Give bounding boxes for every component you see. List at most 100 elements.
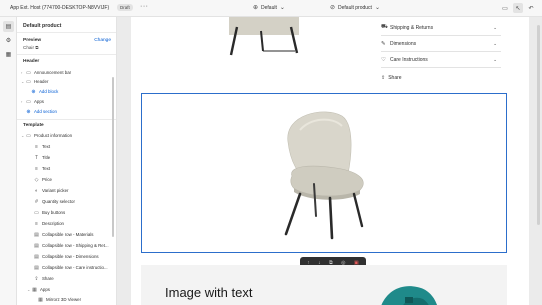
image-with-text-image: [381, 286, 437, 305]
block-item-label: Share: [42, 276, 54, 281]
image-with-text-section[interactable]: Image with text: [141, 265, 507, 305]
block-item-label: Quantity selector: [42, 199, 75, 204]
block-item[interactable]: ▤ Collapsible row - Shipping & Ret...: [33, 240, 109, 251]
chair-leg: [284, 192, 302, 236]
block-item[interactable]: ≡ Text: [33, 163, 50, 174]
variant-picker-icon: ◐: [34, 187, 39, 194]
canvas-scrollbar[interactable]: [537, 25, 540, 225]
template-dropdown-label: Default product: [338, 4, 372, 11]
price-icon: ◇: [34, 176, 39, 183]
monitor-icon[interactable]: ▭: [500, 3, 510, 13]
layout-icon: ▭: [26, 98, 31, 105]
collapsible-icon: ▤: [34, 231, 39, 238]
plus-circle-icon: ⊕: [31, 88, 36, 95]
panel-scrollbar[interactable]: [112, 77, 114, 237]
block-item-label: Text: [42, 166, 51, 171]
theme-dropdown[interactable]: ⊕ Default ⌄: [253, 4, 285, 12]
title-icon: T: [34, 154, 39, 161]
add-section-label: Add section: [34, 109, 57, 114]
chair-seat-partial: [229, 17, 299, 35]
text-icon: ≡: [35, 143, 38, 150]
block-item-label: Text: [42, 144, 51, 149]
accordion-shipping-returns[interactable]: ⛟ Shipping & Returns ⌄: [381, 20, 501, 36]
chair-leg: [328, 196, 334, 240]
section-item-product-information[interactable]: ⌄ ▭ Product information: [21, 130, 72, 141]
header-section-label: Header: [23, 59, 40, 64]
add-block-label: Add block: [39, 89, 59, 94]
section-item-label: Apps: [34, 99, 45, 104]
block-item[interactable]: ⇪ Share: [33, 273, 54, 284]
quantity-icon: #: [35, 198, 38, 205]
undo-icon[interactable]: ↶: [526, 3, 536, 13]
block-item-label: Variant picker: [42, 188, 69, 193]
app-block-icon: ▦: [38, 296, 43, 303]
accordion-label: Dimensions: [390, 40, 417, 47]
panel-title: Default product: [23, 23, 62, 29]
section-item-label: Product information: [34, 133, 73, 138]
block-item[interactable]: ◇ Price: [33, 174, 52, 185]
accordion-care-instructions[interactable]: ♡ Care Instructions ⌄: [381, 52, 501, 68]
external-link-icon: ⧉: [35, 45, 39, 50]
chair-3d-model[interactable]: [270, 104, 380, 244]
accordion-label: Care Instructions: [390, 56, 428, 63]
cursor-select-icon[interactable]: ↖: [513, 3, 523, 13]
app-name: App Ext. Host (774700-DESKTOP-N8VVIJF): [10, 5, 110, 11]
block-item[interactable]: ◐ Variant picker: [33, 185, 69, 196]
divider: [17, 119, 116, 120]
globe-icon: ⊕: [253, 5, 259, 11]
block-item-label: Collapsible row - Materials: [42, 232, 94, 237]
layout-icon: ▭: [26, 69, 31, 76]
block-item-label: Collapsible row - Care instructio...: [42, 265, 108, 270]
preview-value-text: Chair: [23, 45, 34, 50]
theme-dropdown-label: Default: [261, 4, 277, 11]
block-item[interactable]: ▤ Collapsible row - Materials: [33, 229, 94, 240]
change-preview-link[interactable]: Change: [94, 38, 111, 43]
plus-circle-icon: ⊕: [26, 108, 31, 115]
product-image-top: [229, 17, 299, 56]
buy-buttons-icon: ▭: [34, 209, 39, 216]
app-block-label: Mirrorz 3D Viewer: [46, 297, 82, 302]
storefront-page: ⛟ Shipping & Returns ⌄ ✎ Dimensions ⌄ ♡ …: [131, 17, 529, 305]
settings-gear-icon[interactable]: ⚙: [3, 35, 14, 46]
sections-icon[interactable]: ▤: [3, 21, 14, 32]
chevron-down-icon: ⌄: [374, 5, 380, 11]
layout-icon: ▭: [26, 132, 31, 139]
block-item[interactable]: ▭ Buy buttons: [33, 207, 65, 218]
block-item[interactable]: ▤ Collapsible row - Care instructio...: [33, 262, 108, 273]
heart-icon: ♡: [381, 56, 386, 63]
template-dropdown[interactable]: ⊘ Default product ⌄: [330, 4, 380, 12]
text-icon: ≡: [35, 165, 38, 172]
block-item-label: Collapsible row - Dimensions: [42, 254, 99, 259]
block-item[interactable]: # Quantity selector: [33, 196, 75, 207]
block-item-label: Description: [42, 221, 64, 226]
chevron-down-icon: ⌄: [279, 5, 285, 11]
add-section-button[interactable]: ⊕ Add section: [25, 106, 57, 117]
app-block-item[interactable]: ▦ Mirrorz 3D Viewer: [37, 294, 81, 305]
preview-canvas: ⛟ Shipping & Returns ⌄ ✎ Dimensions ⌄ ♡ …: [117, 17, 542, 305]
section-panel: Default product Preview Change Chair ⧉ H…: [17, 17, 117, 305]
preview-value[interactable]: Chair ⧉: [23, 45, 39, 50]
block-item[interactable]: ▤ Collapsible row - Dimensions: [33, 251, 99, 262]
share-button[interactable]: ⇪ Share: [381, 75, 402, 81]
apps-icon[interactable]: ▦: [3, 49, 14, 60]
section-item-label: Apps: [40, 287, 51, 292]
ruler-icon: ✎: [381, 40, 386, 47]
collapsible-icon: ▤: [34, 253, 39, 260]
section-item-label: Header: [34, 79, 49, 84]
divider: [17, 32, 116, 33]
accordion-dimensions[interactable]: ✎ Dimensions ⌄: [381, 36, 501, 52]
more-options-button[interactable]: ···: [140, 3, 149, 10]
block-item[interactable]: T Title: [33, 152, 50, 163]
block-item-label: Collapsible row - Shipping & Ret...: [42, 243, 109, 248]
share-icon: ⇪: [34, 275, 39, 282]
accordion-label: Shipping & Returns: [390, 24, 434, 31]
block-item[interactable]: ≡ Text: [33, 141, 50, 152]
collapsible-icon: ▤: [34, 242, 39, 249]
top-bar: App Ext. Host (774700-DESKTOP-N8VVIJF) D…: [0, 0, 542, 17]
block-item[interactable]: ≡ Description: [33, 218, 64, 229]
template-icon: ⊘: [330, 5, 336, 11]
apps-icon: ▦: [32, 286, 37, 293]
divider: [17, 54, 116, 55]
truck-icon: ⛟: [381, 24, 388, 30]
3d-viewer-block[interactable]: [141, 93, 507, 253]
